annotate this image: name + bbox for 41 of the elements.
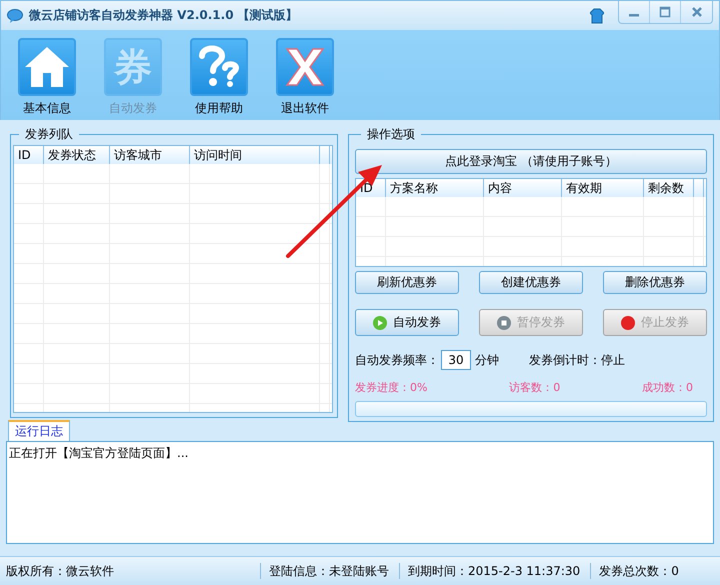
stop-circle-icon [497,316,511,330]
queue-list[interactable]: ID 发券状态 访客城市 访问时间 [13,145,333,413]
status-text: 发券总次数：0 [599,562,680,580]
stat-text: 发券进度：0% [355,380,428,396]
column-header[interactable]: 内容 [484,178,562,197]
coupon-button[interactable]: 创建优惠券 [479,271,583,294]
shirt-icon[interactable] [590,8,604,24]
home-icon [23,45,71,89]
status-text: 登陆信息：未登陆账号 [269,562,390,580]
log-tab[interactable]: 运行日志 [8,420,70,441]
countdown-text: 发券倒计时：停止 [529,352,625,369]
coupon-button[interactable]: 删除优惠券 [603,271,707,294]
log-line: 正在打开【淘宝官方登陆页面】... [9,445,190,462]
stat-text: 成功数：0 [642,380,693,396]
close-icon [690,6,702,18]
frequency-field[interactable]: 30 [441,350,471,370]
status-text: 版权所有：微云软件 [6,562,115,580]
column-header[interactable]: ID [14,146,44,164]
minimize-icon [629,14,639,16]
window-title: 微云店铺访客自动发券神器 V2.0.1.0 【测试版】 [29,7,299,24]
column-header[interactable]: 访客城市 [110,146,190,164]
column-header[interactable]: 访问时间 [190,146,320,164]
status-text: 到期时间：2015-2-3 11:37:30 [408,562,582,580]
maximize-icon [659,6,671,18]
column-header[interactable]: 发券状态 [44,146,110,164]
column-header[interactable]: 有效期 [562,178,644,197]
stat-text: 访客数：0 [509,380,560,396]
coupon-glyph-icon: 券 [114,42,152,92]
coupon-button[interactable]: 刷新优惠券 [355,271,459,294]
record-icon [621,316,635,330]
group-title: 操作选项 [366,126,416,143]
login-button[interactable]: 点此登录淘宝 （请使用子账号） [355,149,707,174]
app-logo-icon [7,8,23,22]
column-header[interactable]: 方案名称 [386,178,484,197]
group-title: 发券列队 [24,126,74,143]
column-header[interactable]: 剩余数 [644,178,694,197]
play-icon [373,316,387,330]
action-button[interactable]: 自动发券 [355,309,459,336]
frequency-unit: 分钟 [475,352,499,369]
frequency-label: 自动发券频率： [355,352,439,369]
help-icon [196,44,242,90]
